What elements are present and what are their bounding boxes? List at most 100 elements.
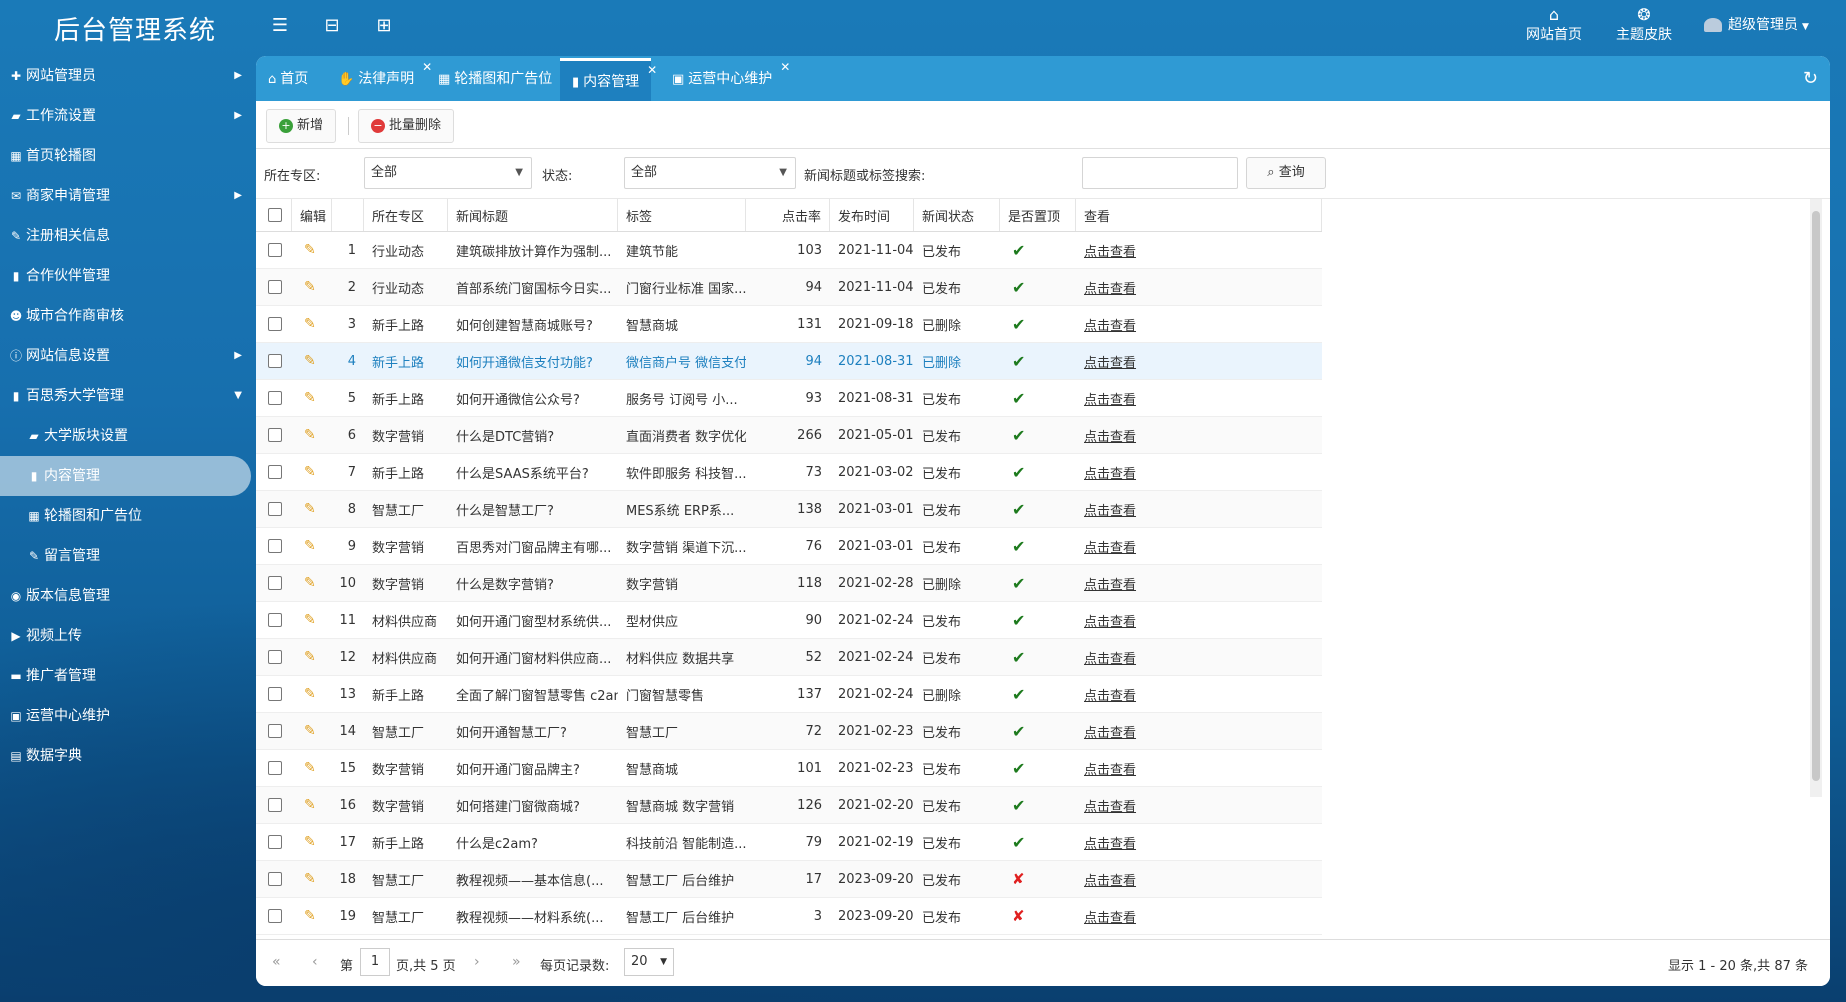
expand-icon[interactable]: ⊞ <box>372 14 396 38</box>
edit-pencil-icon[interactable]: ✎ <box>304 723 316 739</box>
view-link[interactable]: 点击查看 <box>1084 463 1136 482</box>
row-checkbox[interactable] <box>268 243 282 257</box>
row-checkbox[interactable] <box>268 761 282 775</box>
row-checkbox[interactable] <box>268 872 282 886</box>
refresh-icon[interactable]: ↻ <box>1803 68 1818 89</box>
sidebar-item-17[interactable]: ▣ 运营中心维护 <box>0 696 256 736</box>
sidebar-item-14[interactable]: ◉ 版本信息管理 <box>0 576 256 616</box>
view-link[interactable]: 点击查看 <box>1084 389 1136 408</box>
view-link[interactable]: 点击查看 <box>1084 796 1136 815</box>
sidebar-item-7[interactable]: ☻ 城市合作商审核 <box>0 296 256 336</box>
add-button[interactable]: + 新增 <box>266 109 337 143</box>
table-row[interactable]: ✎ 9 数字营销 百思秀对门窗品牌主有哪... 数字营销 渠道下沉... 76 2021-0… <box>256 528 1322 565</box>
tab-1[interactable]: ⌂ 首页 <box>256 58 320 101</box>
row-checkbox[interactable] <box>268 835 282 849</box>
sidebar-item-12[interactable]: ▦ 轮播图和广告位 <box>0 496 256 536</box>
sidebar-item-1[interactable]: ✚ 网站管理员 ▶ <box>0 56 256 96</box>
table-row[interactable]: ✎ 3 新手上路 如何创建智慧商城账号? 智慧商城 131 2021-09-18 已删除 ✔ 点击… <box>256 306 1322 343</box>
sidebar-item-6[interactable]: ▮ 合作伙伴管理 <box>0 256 256 296</box>
sidebar-item-5[interactable]: ✎ 注册相关信息 <box>0 216 256 256</box>
sidebar-item-15[interactable]: ▶ 视频上传 <box>0 616 256 656</box>
edit-pencil-icon[interactable]: ✎ <box>304 353 316 369</box>
view-link[interactable]: 点击查看 <box>1084 611 1136 630</box>
tab-4[interactable]: ▮ 内容管理 ✕ <box>560 58 657 101</box>
row-checkbox[interactable] <box>268 650 282 664</box>
row-checkbox[interactable] <box>268 502 282 516</box>
nav-home[interactable]: ⌂ 网站首页 <box>1524 6 1584 44</box>
query-button[interactable]: ⌕ 查询 <box>1246 157 1326 189</box>
row-checkbox[interactable] <box>268 391 282 405</box>
table-row[interactable]: ✎ 19 智慧工厂 教程视频——材料系统(... 智慧工厂 后台维护 3 2023-09-2… <box>256 898 1322 935</box>
table-row[interactable]: ✎ 6 数字营销 什么是DTC营销? 直面消费者 数字优化 266 2021-05-01 已发… <box>256 417 1322 454</box>
page-input[interactable]: 1 <box>360 948 390 976</box>
table-row[interactable]: ✎ 12 材料供应商 如何开通门窗材料供应商... 材料供应 数据共享 52 2021-02… <box>256 639 1322 676</box>
page-size-select[interactable]: 20 ▼ <box>624 948 674 976</box>
edit-pencil-icon[interactable]: ✎ <box>304 834 316 850</box>
row-checkbox[interactable] <box>268 724 282 738</box>
table-row[interactable]: ✎ 5 新手上路 如何开通微信公众号? 服务号 订阅号 小... 93 2021-08-31… <box>256 380 1322 417</box>
sidebar-item-3[interactable]: ▦ 首页轮播图 <box>0 136 256 176</box>
row-checkbox[interactable] <box>268 687 282 701</box>
edit-pencil-icon[interactable]: ✎ <box>304 908 316 924</box>
table-row[interactable]: ✎ 11 材料供应商 如何开通门窗型材系统供... 型材供应 90 2021-02-24 已发… <box>256 602 1322 639</box>
edit-pencil-icon[interactable]: ✎ <box>304 427 316 443</box>
prev-page-icon[interactable]: ‹ <box>312 954 318 970</box>
close-icon[interactable]: ✕ <box>647 56 657 92</box>
edit-pencil-icon[interactable]: ✎ <box>304 242 316 258</box>
edit-pencil-icon[interactable]: ✎ <box>304 390 316 406</box>
search-input[interactable] <box>1082 157 1238 189</box>
view-link[interactable]: 点击查看 <box>1084 241 1136 260</box>
edit-pencil-icon[interactable]: ✎ <box>304 316 316 332</box>
table-row[interactable]: ✎ 15 数字营销 如何开通门窗品牌主? 智慧商城 101 2021-02-23 已发布 ✔ 点击… <box>256 750 1322 787</box>
tab-2[interactable]: ✋ 法律声明 ✕ <box>326 58 432 101</box>
last-page-icon[interactable]: » <box>512 954 521 970</box>
row-checkbox[interactable] <box>268 798 282 812</box>
close-icon[interactable]: ✕ <box>780 56 790 89</box>
user-menu[interactable]: 超级管理员 ▼ <box>1704 14 1828 34</box>
table-row[interactable]: ✎ 17 新手上路 什么是c2am? 科技前沿 智能制造... 79 2021-02-19 已… <box>256 824 1322 861</box>
sidebar-item-13[interactable]: ✎ 留言管理 <box>0 536 256 576</box>
view-link[interactable]: 点击查看 <box>1084 426 1136 445</box>
table-row[interactable]: ✎ 2 行业动态 首部系统门窗国标今日实... 门窗行业标准 国家... 94 2021-1… <box>256 269 1322 306</box>
first-page-icon[interactable]: « <box>272 954 281 970</box>
row-checkbox[interactable] <box>268 465 282 479</box>
edit-pencil-icon[interactable]: ✎ <box>304 464 316 480</box>
view-link[interactable]: 点击查看 <box>1084 352 1136 371</box>
edit-pencil-icon[interactable]: ✎ <box>304 760 316 776</box>
scroll-thumb[interactable] <box>1812 211 1820 781</box>
edit-pencil-icon[interactable]: ✎ <box>304 686 316 702</box>
tab-5[interactable]: ▣ 运营中心维护 ✕ <box>660 58 790 101</box>
edit-pencil-icon[interactable]: ✎ <box>304 649 316 665</box>
zone-select[interactable]: 全部 ▼ <box>364 157 532 189</box>
table-row[interactable]: ✎ 8 智慧工厂 什么是智慧工厂? MES系统 ERP系... 138 2021-03-01… <box>256 491 1322 528</box>
edit-pencil-icon[interactable]: ✎ <box>304 501 316 517</box>
row-checkbox[interactable] <box>268 280 282 294</box>
row-checkbox[interactable] <box>268 539 282 553</box>
sidebar-item-9[interactable]: ▮ 百思秀大学管理 ▼ <box>0 376 256 416</box>
checkbox[interactable] <box>268 208 282 222</box>
view-link[interactable]: 点击查看 <box>1084 315 1136 334</box>
collapse-icon[interactable]: ⊟ <box>320 14 344 38</box>
table-row[interactable]: ✎ 18 智慧工厂 教程视频——基本信息(... 智慧工厂 后台维护 17 2023-09-… <box>256 861 1322 898</box>
view-link[interactable]: 点击查看 <box>1084 870 1136 889</box>
sidebar-item-11[interactable]: ▮ 内容管理 <box>0 456 251 496</box>
menu-toggle-icon[interactable]: ☰ <box>268 14 292 38</box>
edit-pencil-icon[interactable]: ✎ <box>304 575 316 591</box>
view-link[interactable]: 点击查看 <box>1084 278 1136 297</box>
edit-pencil-icon[interactable]: ✎ <box>304 538 316 554</box>
edit-pencil-icon[interactable]: ✎ <box>304 612 316 628</box>
edit-pencil-icon[interactable]: ✎ <box>304 279 316 295</box>
status-select[interactable]: 全部 ▼ <box>624 157 796 189</box>
nav-skin[interactable]: ❂ 主题皮肤 <box>1614 6 1674 44</box>
batch-delete-button[interactable]: − 批量删除 <box>358 109 455 143</box>
table-row[interactable]: ✎ 7 新手上路 什么是SAAS系统平台? 软件即服务 科技智... 73 2021-03-… <box>256 454 1322 491</box>
view-link[interactable]: 点击查看 <box>1084 722 1136 741</box>
row-checkbox[interactable] <box>268 613 282 627</box>
view-link[interactable]: 点击查看 <box>1084 759 1136 778</box>
next-page-icon[interactable]: › <box>474 954 480 970</box>
edit-pencil-icon[interactable]: ✎ <box>304 871 316 887</box>
row-checkbox[interactable] <box>268 576 282 590</box>
sidebar-item-10[interactable]: ▰ 大学版块设置 <box>0 416 256 456</box>
sidebar-item-4[interactable]: ✉ 商家申请管理 ▶ <box>0 176 256 216</box>
scrollbar[interactable] <box>1810 199 1822 797</box>
